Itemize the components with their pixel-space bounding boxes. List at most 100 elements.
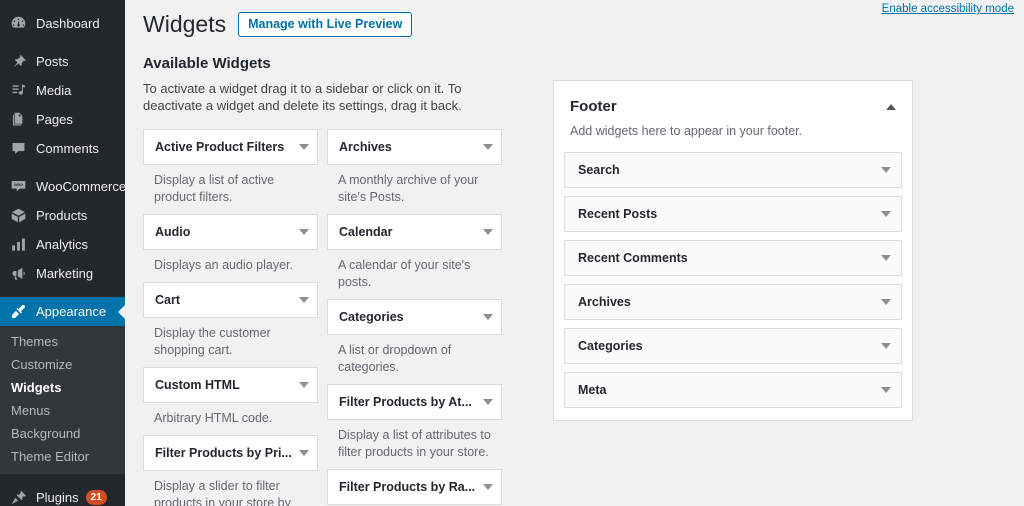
available-widgets-intro: To activate a widget drag it to a sideba… [143, 80, 493, 114]
widget-header[interactable]: Archives [327, 129, 502, 165]
widget-name: Categories [339, 309, 477, 325]
available-widget[interactable]: Categories A list or dropdown of categori… [327, 299, 502, 376]
widget-name: Meta [578, 382, 875, 398]
footer-sidebar-panel[interactable]: Footer Add widgets here to appear in you… [553, 80, 913, 421]
available-widget[interactable]: CartDisplay the customer shopping cart. [143, 282, 318, 359]
available-widget[interactable]: Filter Products by Ra...Display a list o… [327, 469, 502, 506]
chevron-down-icon[interactable] [881, 255, 891, 261]
submenu-item-theme-editor[interactable]: Theme Editor [0, 445, 125, 468]
widget-header[interactable]: Active Product Filters [143, 129, 318, 165]
widget-description: A list or dropdown of categories. [327, 335, 502, 376]
sidebar-item-label: WooCommerce [36, 180, 125, 193]
widget-header[interactable]: Filter Products by Ra... [327, 469, 502, 505]
chevron-down-icon[interactable] [881, 299, 891, 305]
widget-name: Calendar [339, 224, 477, 240]
appearance-icon [9, 303, 27, 321]
dashboard-icon [9, 15, 27, 33]
admin-sidebar: Dashboard Posts Media Pages Comments wooWooCo… [0, 0, 125, 506]
sidebar-item-products[interactable]: Products [0, 201, 125, 230]
submenu-item-background[interactable]: Background [0, 422, 125, 445]
current-menu-arrow-icon [118, 304, 125, 320]
chevron-up-icon[interactable] [886, 104, 896, 110]
chevron-down-icon[interactable] [483, 144, 493, 150]
sidebar-widget[interactable]: Recent Comments [564, 240, 902, 276]
sidebar-item-woocommerce[interactable]: wooWooCommerce [0, 172, 125, 201]
sidebar-item-media[interactable]: Media [0, 76, 125, 105]
widget-header[interactable]: Calendar [327, 214, 502, 250]
available-widget[interactable]: Calendar A calendar of your site's posts. [327, 214, 502, 291]
submenu-item-menus[interactable]: Menus [0, 399, 125, 422]
widget-name: Categories [578, 338, 875, 354]
sidebar-item-pages[interactable]: Pages [0, 105, 125, 134]
sidebar-item-dashboard[interactable]: Dashboard [0, 9, 125, 38]
enable-accessibility-mode-link[interactable]: Enable accessibility mode [882, 3, 1014, 15]
sidebar-widget[interactable]: Recent Posts [564, 196, 902, 232]
chevron-down-icon[interactable] [483, 484, 493, 490]
widget-description: Display a list of attributes to filter p… [327, 420, 502, 461]
chevron-down-icon[interactable] [299, 297, 309, 303]
widget-name: Search [578, 162, 875, 178]
widget-name: Archives [339, 139, 477, 155]
sidebar-item-appearance[interactable]: Appearance [0, 297, 125, 326]
available-widget[interactable]: ArchivesA monthly archive of your site's… [327, 129, 502, 206]
sidebar-item-posts[interactable]: Posts [0, 47, 125, 76]
available-widget[interactable]: Custom HTMLArbitrary HTML code. [143, 367, 318, 427]
sidebar-item-label: Products [36, 209, 87, 222]
widget-name: Filter Products by Pri... [155, 445, 293, 461]
chevron-down-icon[interactable] [299, 144, 309, 150]
media-icon [9, 82, 27, 100]
chevron-down-icon[interactable] [881, 343, 891, 349]
pages-icon [9, 111, 27, 129]
sidebar-item-plugins[interactable]: Plugins21 [0, 483, 125, 506]
products-icon [9, 207, 27, 225]
widgets-layout: Available Widgets To activate a widget d… [125, 40, 1024, 506]
widget-header[interactable]: Cart [143, 282, 318, 318]
sidebar-widget[interactable]: Meta [564, 372, 902, 408]
widget-description: A calendar of your site's posts. [327, 250, 502, 291]
chevron-down-icon[interactable] [299, 229, 309, 235]
sidebar-item-label: Dashboard [36, 17, 100, 30]
chevron-down-icon[interactable] [299, 382, 309, 388]
widget-header[interactable]: Filter Products by At... [327, 384, 502, 420]
available-widget[interactable]: AudioDisplays an audio player. [143, 214, 318, 274]
sidebar-widget[interactable]: Categories [564, 328, 902, 364]
manage-with-live-preview-button[interactable]: Manage with Live Preview [238, 12, 412, 37]
available-widget[interactable]: Filter Products by At...Display a list o… [327, 384, 502, 461]
analytics-icon [9, 236, 27, 254]
widget-header[interactable]: Filter Products by Pri... [143, 435, 318, 471]
chevron-down-icon[interactable] [483, 314, 493, 320]
sidebar-item-label: Pages [36, 113, 73, 126]
sidebar-separator [0, 288, 125, 297]
marketing-icon [9, 265, 27, 283]
chevron-down-icon[interactable] [483, 229, 493, 235]
submenu-item-themes[interactable]: Themes [0, 330, 125, 353]
widget-name: Recent Comments [578, 250, 875, 266]
widget-header[interactable]: Audio [143, 214, 318, 250]
chevron-down-icon[interactable] [483, 399, 493, 405]
sidebar-widget[interactable]: Search [564, 152, 902, 188]
widget-description: Display a slider to filter products in y… [143, 471, 318, 506]
widget-name: Archives [578, 294, 875, 310]
widget-name: Recent Posts [578, 206, 875, 222]
widget-header[interactable]: Categories [327, 299, 502, 335]
sidebar-item-comments[interactable]: Comments [0, 134, 125, 163]
sidebar-widget[interactable]: Archives [564, 284, 902, 320]
footer-sidebar-description: Add widgets here to appear in your foote… [564, 117, 902, 140]
available-widget[interactable]: Filter Products by Pri... Display a slide… [143, 435, 318, 506]
sidebar-item-label: Comments [36, 142, 99, 155]
footer-sidebar-title: Footer [570, 97, 880, 117]
submenu-item-customize[interactable]: Customize [0, 353, 125, 376]
chevron-down-icon[interactable] [299, 450, 309, 456]
sidebar-item-marketing[interactable]: Marketing [0, 259, 125, 288]
available-widget[interactable]: Active Product FiltersDisplay a list of … [143, 129, 318, 206]
footer-sidebar-header[interactable]: Footer [564, 91, 902, 117]
widget-header[interactable]: Custom HTML [143, 367, 318, 403]
chevron-down-icon[interactable] [881, 211, 891, 217]
chevron-down-icon[interactable] [881, 387, 891, 393]
chevron-down-icon[interactable] [881, 167, 891, 173]
submenu-item-widgets[interactable]: Widgets [0, 376, 125, 399]
sidebar-item-label: Posts [36, 55, 69, 68]
available-widgets-grid: Active Product Filters Display a list of … [143, 129, 521, 506]
footer-widget-list: Search Recent Posts Recent Comments Archive… [564, 152, 902, 408]
sidebar-item-analytics[interactable]: Analytics [0, 230, 125, 259]
